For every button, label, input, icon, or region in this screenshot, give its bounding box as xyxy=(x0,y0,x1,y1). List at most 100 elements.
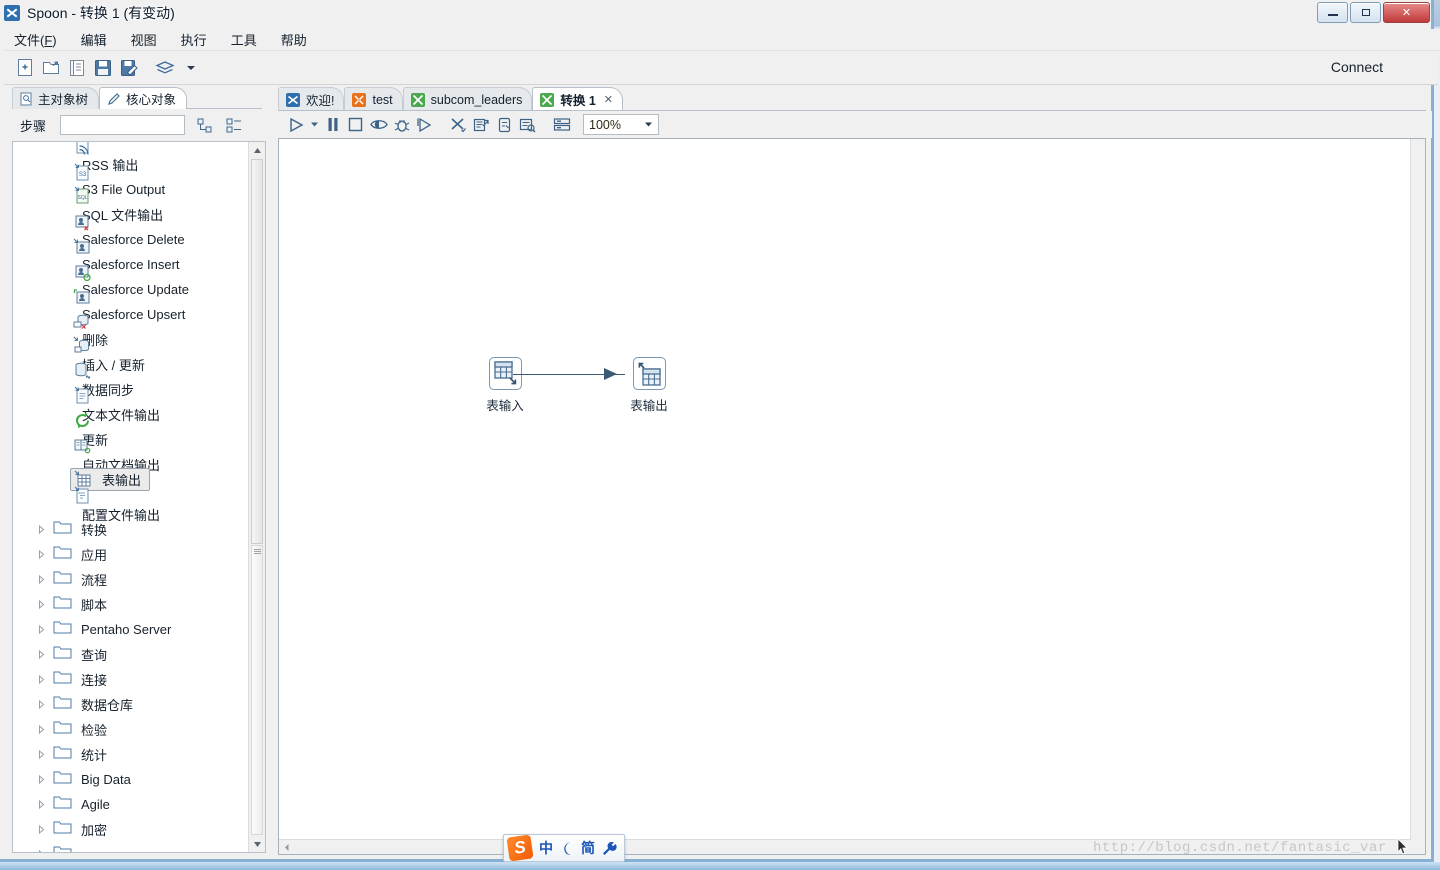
search-input[interactable] xyxy=(60,115,186,135)
tree-folder-label: 数据仓库 xyxy=(81,698,134,713)
connect-button[interactable]: Connect xyxy=(1331,59,1383,75)
step-tree[interactable]: RSS 输出 S3 S3 File Output SQL SQL 文件输出 Sa… xyxy=(12,141,266,853)
maximize-button[interactable] xyxy=(1350,2,1381,23)
tab-transformation-1[interactable]: 转换 1 ✕ xyxy=(532,87,624,111)
tab-welcome[interactable]: 欢迎! xyxy=(278,87,345,111)
scroll-left-arrow-icon[interactable] xyxy=(279,840,293,854)
inspect-data-icon[interactable] xyxy=(516,113,539,136)
canvas-node-table-output[interactable]: 表输出 xyxy=(619,357,679,414)
palette-tabs: 主对象树 核心对象 xyxy=(12,87,188,109)
menu-item-help[interactable]: 帮助 xyxy=(281,28,319,51)
run-icon[interactable] xyxy=(284,113,307,136)
canvas-node-table-input[interactable]: 表输入 xyxy=(475,357,535,414)
menu-item-run[interactable]: 执行 xyxy=(181,28,219,51)
tree-item-salesforce-upsert[interactable]: Salesforce Upsert xyxy=(13,288,250,322)
tree-folder-pentaho-server[interactable]: Pentaho Server xyxy=(13,617,250,642)
open-file-icon[interactable] xyxy=(38,56,64,80)
wrench-icon[interactable] xyxy=(602,841,617,856)
chevron-right-icon[interactable] xyxy=(33,572,49,588)
tree-item-auto-doc-output[interactable]: 自动文档输出 xyxy=(13,439,250,473)
step-metrics-icon[interactable] xyxy=(493,113,516,136)
tree-folder-label: Pentaho Server xyxy=(81,622,172,637)
menu-item-edit[interactable]: 编辑 xyxy=(81,28,119,51)
canvas-vertical-scrollbar[interactable] xyxy=(1410,139,1425,840)
show-results-icon[interactable] xyxy=(470,113,493,136)
transformation-canvas[interactable]: 表输入 表输出 xyxy=(279,139,1411,840)
ime-script-simplified[interactable]: 简 xyxy=(581,838,595,858)
pause-icon[interactable] xyxy=(321,113,344,136)
tree-folder-big-data[interactable]: Big Data xyxy=(13,767,250,792)
folder-icon xyxy=(53,820,72,839)
menu-item-view[interactable]: 视图 xyxy=(131,28,169,51)
tree-folder-apps[interactable]: 应用 xyxy=(13,542,250,567)
stop-icon[interactable] xyxy=(344,113,367,136)
tree-folder-joins[interactable]: 连接 xyxy=(13,667,250,692)
tab-test[interactable]: test xyxy=(344,87,403,111)
save-as-icon[interactable] xyxy=(116,56,142,80)
job-icon xyxy=(352,92,367,107)
chevron-right-icon[interactable] xyxy=(33,722,49,738)
chevron-down-icon[interactable] xyxy=(178,56,204,80)
tree-folder-scripting[interactable]: 脚本 xyxy=(13,592,250,617)
moon-icon[interactable] xyxy=(560,841,574,856)
tab-label-core-objects: 核心对象 xyxy=(126,93,177,107)
tab-core-objects[interactable]: 核心对象 xyxy=(99,87,188,109)
replay-icon[interactable] xyxy=(413,113,436,136)
close-button[interactable]: ✕ xyxy=(1383,2,1430,23)
chevron-right-icon[interactable] xyxy=(33,597,49,613)
transformation-settings-icon[interactable] xyxy=(447,113,470,136)
chevron-right-icon[interactable] xyxy=(33,622,49,638)
tree-folder-lookup[interactable]: 查询 xyxy=(13,642,250,667)
explorer-icon[interactable] xyxy=(64,56,90,80)
minimize-button[interactable] xyxy=(1317,2,1348,23)
chevron-right-icon[interactable] xyxy=(33,772,49,788)
collapse-all-icon[interactable] xyxy=(225,116,243,134)
tree-folder-label: 应用 xyxy=(81,548,108,563)
chevron-right-icon[interactable] xyxy=(33,522,49,538)
transformation-canvas-container: 表输入 表输出 xyxy=(278,138,1426,855)
tree-item-text-file-output[interactable]: 文本文件输出 xyxy=(13,386,250,423)
tree-folder-agile[interactable]: Agile xyxy=(13,792,250,817)
tab-main-object-tree[interactable]: 主对象树 xyxy=(12,87,100,109)
tree-vertical-scrollbar[interactable] xyxy=(248,142,265,852)
menu-item-file[interactable]: 文件(F) xyxy=(14,28,69,51)
chevron-right-icon[interactable] xyxy=(33,697,49,713)
tree-scroll-thumb[interactable] xyxy=(251,159,263,544)
ime-mode-chinese[interactable]: 中 xyxy=(539,838,553,858)
chevron-right-icon[interactable] xyxy=(33,647,49,663)
menu-item-tools[interactable]: 工具 xyxy=(231,28,269,51)
align-grid-icon[interactable] xyxy=(550,113,573,136)
scroll-thumb-grip xyxy=(253,549,261,554)
close-icon[interactable]: ✕ xyxy=(604,93,613,106)
preview-icon[interactable] xyxy=(367,113,390,136)
chevron-right-icon[interactable] xyxy=(33,547,49,563)
tree-folder-partial[interactable] xyxy=(13,842,250,852)
menu-bar: 文件(F) 编辑 视图 执行 工具 帮助 xyxy=(4,29,1440,51)
expand-all-icon[interactable] xyxy=(196,116,214,134)
zoom-dropdown[interactable]: 100% xyxy=(583,114,659,135)
layers-icon[interactable] xyxy=(152,56,178,80)
chevron-right-icon[interactable] xyxy=(33,822,49,838)
debug-icon[interactable] xyxy=(390,113,413,136)
tree-scroll-track[interactable] xyxy=(251,545,263,835)
chevron-right-icon[interactable] xyxy=(33,797,49,813)
tree-folder-statistics[interactable]: 统计 xyxy=(13,742,250,767)
sogou-ime-bar[interactable]: S 中 简 xyxy=(503,834,625,862)
run-options-chevron-icon[interactable] xyxy=(307,113,321,136)
save-icon[interactable] xyxy=(90,56,116,80)
tree-folder-flow[interactable]: 流程 xyxy=(13,567,250,592)
tab-subcom-leaders[interactable]: subcom_leaders xyxy=(402,87,533,111)
scroll-down-arrow-icon[interactable] xyxy=(249,836,265,852)
sogou-logo-icon[interactable]: S xyxy=(506,834,534,862)
tree-folder-label: 转换 xyxy=(81,523,108,538)
chevron-right-icon[interactable] xyxy=(33,747,49,763)
mouse-cursor-icon xyxy=(1397,838,1409,856)
scroll-up-arrow-icon[interactable] xyxy=(249,142,265,158)
chevron-right-icon[interactable] xyxy=(33,672,49,688)
tree-folder-validation[interactable]: 检验 xyxy=(13,717,250,742)
tree-item-properties-output[interactable]: 配置文件输出 xyxy=(13,486,250,523)
tree-folder-data-warehouse[interactable]: 数据仓库 xyxy=(13,692,250,717)
new-file-icon[interactable] xyxy=(12,56,38,80)
tree-folder-cryptography[interactable]: 加密 xyxy=(13,817,250,842)
chevron-right-icon[interactable] xyxy=(33,847,49,852)
